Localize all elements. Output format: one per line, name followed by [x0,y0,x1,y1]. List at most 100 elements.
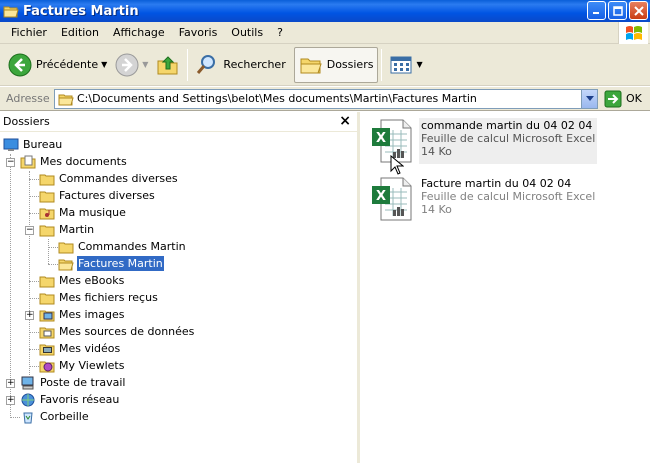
menu-outils[interactable]: Outils [224,22,270,44]
folder-icon [38,273,56,289]
viewlets-folder-icon [38,358,56,374]
folders-button[interactable]: Dossiers [293,46,379,83]
menu-favoris[interactable]: Favoris [172,22,225,44]
folder-icon [38,222,56,238]
mouse-pointer-icon [390,155,404,175]
folders-pane-header: Dossiers × [0,112,357,132]
folder-open-icon [58,94,74,105]
toolbar-separator [187,48,189,81]
views-icon [390,56,412,73]
expand-expander[interactable]: + [6,396,15,405]
tree-item-label: Corbeille [40,410,89,423]
menu-edition[interactable]: Edition [54,22,106,44]
tree-item-label: Mes vidéos [59,342,121,355]
tree-item-martin[interactable]: Martin [38,221,95,238]
chevron-down-icon[interactable]: ▼ [142,60,148,69]
tree-item-factures-martin[interactable]: Factures Martin [57,255,164,272]
music-folder-icon [38,205,56,221]
tree-item-commandes-martin[interactable]: Commandes Martin [57,238,187,255]
collapse-expander[interactable]: − [6,158,15,167]
file-name: Facture martin du 04 02 04 [421,177,572,190]
tree-item-mes-ebooks[interactable]: Mes eBooks [38,272,125,289]
expand-expander[interactable]: + [25,311,34,320]
tree-item-ma-musique[interactable]: Ma musique [38,204,127,221]
folders-pane: Dossiers × − − + + + Bureau Mes document… [0,112,360,463]
search-button[interactable]: Rechercher [191,47,289,83]
close-button[interactable] [629,1,648,20]
recycle-bin-icon [19,409,37,425]
tree-item-label: Poste de travail [40,376,126,389]
my-computer-icon [19,375,37,391]
tree-item-mes-images[interactable]: Mes images [38,306,125,323]
videos-folder-icon [38,341,56,357]
tree-item-label: Commandes diverses [59,172,178,185]
file-list-pane: X commande martin du 04 02 04 Feuille de… [363,112,650,463]
close-icon[interactable]: × [339,113,351,129]
tree-item-favoris-reseau[interactable]: Favoris réseau [19,391,120,408]
expand-expander[interactable]: + [6,379,15,388]
tree-item-bureau[interactable]: Bureau [2,136,63,153]
up-folder-button[interactable] [152,47,184,83]
tree-item-label: My Viewlets [59,359,125,372]
search-label: Rechercher [223,58,286,71]
desktop-icon [2,137,20,153]
file-name: commande martin du 04 02 04 [421,119,593,132]
tree-item-commandes-diverses[interactable]: Commandes diverses [38,170,179,187]
tree-item-label: Commandes Martin [78,240,186,253]
tree-item-my-viewlets[interactable]: My Viewlets [38,357,125,374]
file-size: 14 Ko [421,145,452,158]
maximize-button[interactable] [608,1,627,20]
address-bar: Adresse C:\Documents and Settings\belot\… [0,87,650,111]
tree-item-label: Factures Martin [77,256,164,271]
back-button[interactable]: Précédente ▼ [4,47,111,83]
menu-help[interactable]: ? [270,22,290,44]
data-sources-folder-icon [38,324,56,340]
file-item[interactable]: X Facture martin du 04 02 04 Feuille de … [371,176,597,222]
tree-item-label: Martin [59,223,95,236]
chevron-down-icon[interactable]: ▼ [416,60,422,69]
address-input[interactable]: C:\Documents and Settings\belot\Mes docu… [54,88,598,109]
menu-bar: Fichier Edition Affichage Favoris Outils… [0,22,650,44]
tree-item-label: Ma musique [59,206,126,219]
folder-icon [57,239,75,255]
file-type: Feuille de calcul Microsoft Excel [421,132,596,145]
toolbar: Précédente ▼ ▼ Rechercher Dossiers ▼ [0,44,650,86]
pictures-folder-icon [38,307,56,323]
forward-button[interactable]: ▼ [111,47,152,83]
menu-fichier[interactable]: Fichier [4,22,54,44]
tree-item-mes-sources-de-donnees[interactable]: Mes sources de données [38,323,195,340]
close-icon [633,5,644,16]
folder-icon [38,188,56,204]
forward-arrow-icon [115,53,139,76]
go-button[interactable]: OK [604,90,642,108]
folders-icon [300,58,322,73]
address-dropdown-button[interactable] [581,89,597,108]
toolbar-separator [381,48,383,81]
folders-pane-title: Dossiers [3,115,50,128]
collapse-expander[interactable]: − [25,226,34,235]
search-icon [197,54,216,74]
views-button[interactable]: ▼ [385,47,426,83]
minimize-button[interactable] [587,1,606,20]
go-arrow-icon [604,90,622,107]
tree-item-label: Factures diverses [59,189,155,202]
tree-item-factures-diverses[interactable]: Factures diverses [38,187,156,204]
tree-item-mes-documents[interactable]: Mes documents [19,153,128,170]
tree-item-label: Bureau [23,138,63,151]
folders-label: Dossiers [326,58,374,71]
folder-open-icon [3,6,19,18]
tree-item-label: Mes eBooks [59,274,125,287]
tree-item-corbeille[interactable]: Corbeille [19,408,90,425]
my-documents-icon [19,154,37,170]
menu-affichage[interactable]: Affichage [106,22,172,44]
window-title: Factures Martin [23,3,139,19]
tree-item-poste-de-travail[interactable]: Poste de travail [19,374,126,391]
tree-item-mes-fichiers-recus[interactable]: Mes fichiers reçus [38,289,159,306]
title-bar[interactable]: Factures Martin [0,0,650,22]
file-size: 14 Ko [421,203,452,216]
folder-icon [38,171,56,187]
tree-item-mes-videos[interactable]: Mes vidéos [38,340,121,357]
tree-line [29,171,30,375]
file-item[interactable]: X commande martin du 04 02 04 Feuille de… [371,118,598,164]
chevron-down-icon[interactable]: ▼ [101,60,107,69]
